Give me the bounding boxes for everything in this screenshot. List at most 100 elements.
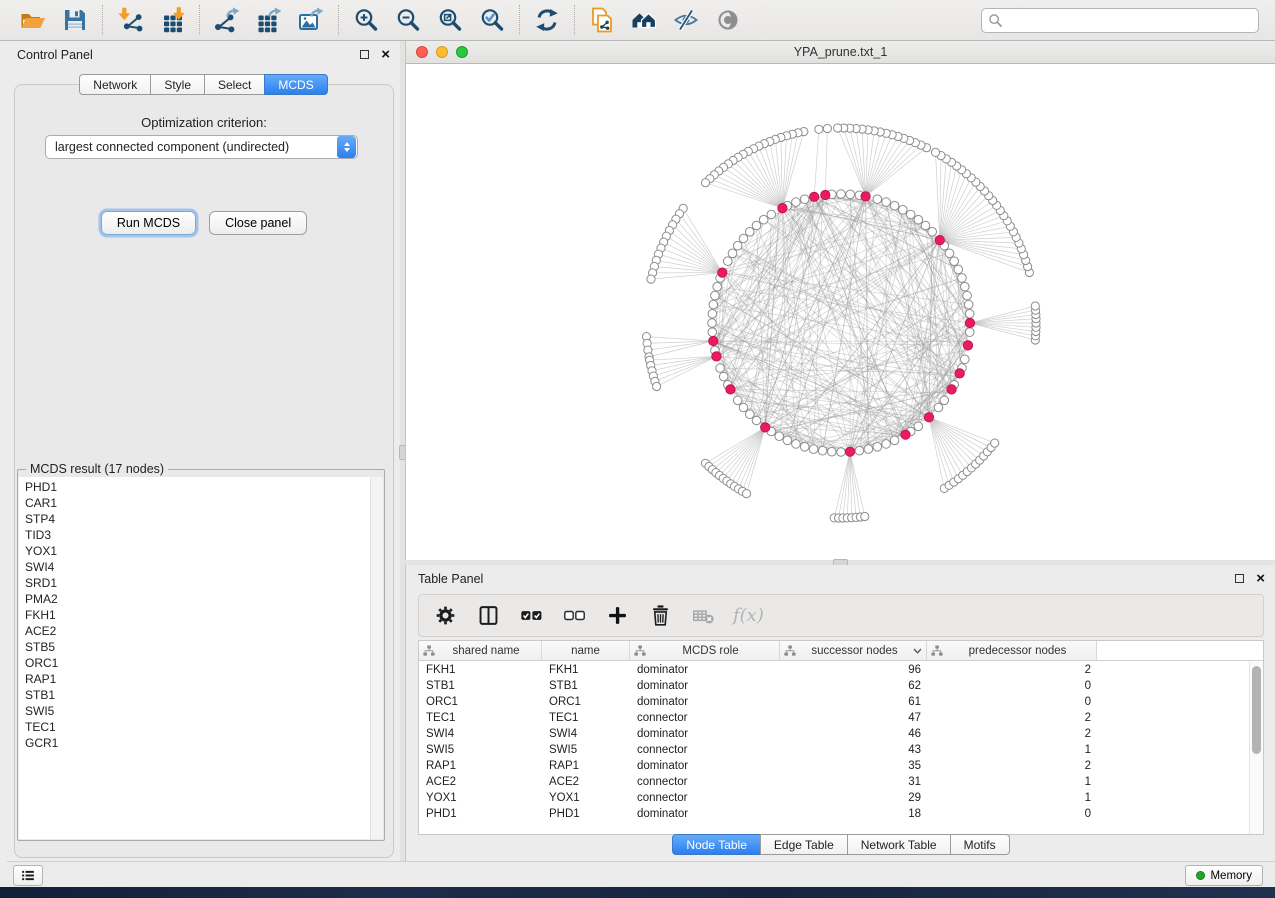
network-node[interactable]: [746, 228, 755, 237]
table-row[interactable]: ACE2ACE2connector311: [419, 774, 1249, 790]
export-image-icon[interactable]: [294, 4, 328, 36]
leaf-node[interactable]: [931, 148, 939, 156]
mcds-result-item[interactable]: STP4: [19, 511, 383, 527]
network-node[interactable]: [783, 436, 792, 445]
network-node[interactable]: [713, 282, 722, 291]
network-node[interactable]: [958, 274, 967, 283]
mcds-node[interactable]: [935, 235, 944, 244]
network-node[interactable]: [899, 206, 908, 215]
export-network-icon[interactable]: [210, 4, 244, 36]
mcds-node[interactable]: [718, 268, 727, 277]
float-panel-icon[interactable]: [360, 50, 369, 59]
network-node[interactable]: [746, 410, 755, 419]
memory-button[interactable]: Memory: [1185, 865, 1263, 886]
mcds-result-item[interactable]: FKH1: [19, 607, 383, 623]
mcds-node[interactable]: [726, 385, 735, 394]
leaf-node[interactable]: [815, 125, 823, 133]
network-node[interactable]: [964, 300, 973, 309]
table-scrollbar-thumb[interactable]: [1252, 666, 1261, 754]
show-navigator-icon[interactable]: [627, 4, 661, 36]
network-node[interactable]: [818, 446, 827, 455]
network-node[interactable]: [945, 249, 954, 258]
network-node[interactable]: [792, 440, 801, 449]
mcds-result-item[interactable]: ACE2: [19, 623, 383, 639]
network-node[interactable]: [733, 396, 742, 405]
network-node[interactable]: [739, 234, 748, 243]
leaf-node[interactable]: [861, 512, 869, 520]
leaf-node[interactable]: [991, 439, 999, 447]
table-settings-icon[interactable]: [432, 603, 458, 629]
mcds-node[interactable]: [955, 369, 964, 378]
network-node[interactable]: [914, 422, 923, 431]
table-scrollbar[interactable]: [1249, 662, 1263, 834]
network-node[interactable]: [708, 310, 717, 319]
network-node[interactable]: [837, 448, 846, 457]
network-node[interactable]: [873, 195, 882, 204]
tab-style[interactable]: Style: [150, 74, 205, 95]
network-node[interactable]: [728, 249, 737, 258]
mcds-result-item[interactable]: TID3: [19, 527, 383, 543]
network-node[interactable]: [709, 300, 718, 309]
mcds-node[interactable]: [712, 352, 721, 361]
tab-select[interactable]: Select: [204, 74, 265, 95]
network-node[interactable]: [739, 403, 748, 412]
table-row[interactable]: SWI5SWI5connector431: [419, 742, 1249, 758]
network-node[interactable]: [767, 210, 776, 219]
hide-graphics-details-icon[interactable]: [669, 4, 703, 36]
network-node[interactable]: [800, 195, 809, 204]
task-history-button[interactable]: [13, 865, 43, 886]
column-visibility-icon[interactable]: [475, 603, 501, 629]
tab-network-table[interactable]: Network Table: [847, 834, 951, 855]
network-node[interactable]: [855, 446, 864, 455]
close-table-panel-icon[interactable]: ×: [1256, 574, 1265, 583]
network-node[interactable]: [837, 190, 846, 199]
zoom-in-icon[interactable]: [349, 4, 383, 36]
column-header-name[interactable]: name: [542, 641, 630, 660]
network-node[interactable]: [963, 291, 972, 300]
mcds-node[interactable]: [761, 423, 770, 432]
zoom-fit-icon[interactable]: [433, 4, 467, 36]
mcds-result-item[interactable]: SRD1: [19, 575, 383, 591]
network-node[interactable]: [928, 228, 937, 237]
search-input[interactable]: [1003, 13, 1252, 29]
mcds-result-item[interactable]: RAP1: [19, 671, 383, 687]
save-session-icon[interactable]: [58, 4, 92, 36]
network-node[interactable]: [724, 257, 733, 266]
export-table-icon[interactable]: [252, 4, 286, 36]
column-header-successor-nodes[interactable]: successor nodes: [780, 641, 927, 660]
column-header-shared-name[interactable]: shared name: [419, 641, 542, 660]
clone-network-icon[interactable]: [585, 4, 619, 36]
network-node[interactable]: [890, 436, 899, 445]
network-node[interactable]: [914, 215, 923, 224]
mcds-result-item[interactable]: PMA2: [19, 591, 383, 607]
network-node[interactable]: [954, 265, 963, 274]
network-node[interactable]: [890, 201, 899, 210]
network-node[interactable]: [708, 328, 717, 337]
run-mcds-button[interactable]: Run MCDS: [101, 211, 196, 235]
network-node[interactable]: [716, 364, 725, 373]
leaf-node[interactable]: [653, 382, 661, 390]
mcds-result-item[interactable]: GCR1: [19, 735, 383, 751]
leaf-node[interactable]: [742, 490, 750, 498]
table-row[interactable]: ORC1ORC1dominator610: [419, 694, 1249, 710]
import-table-icon[interactable]: [155, 4, 189, 36]
tab-node-table[interactable]: Node Table: [672, 834, 761, 855]
mcds-result-item[interactable]: STB1: [19, 687, 383, 703]
network-node[interactable]: [864, 445, 873, 454]
mcds-result-item[interactable]: CAR1: [19, 495, 383, 511]
mcds-result-item[interactable]: SWI4: [19, 559, 383, 575]
network-node[interactable]: [882, 440, 891, 449]
network-node[interactable]: [906, 210, 915, 219]
network-node[interactable]: [940, 396, 949, 405]
network-node[interactable]: [828, 447, 837, 456]
network-node[interactable]: [921, 221, 930, 230]
table-row[interactable]: TEC1TEC1connector472: [419, 710, 1249, 726]
leaf-node[interactable]: [1031, 302, 1039, 310]
table-row[interactable]: RAP1RAP1dominator352: [419, 758, 1249, 774]
mcds-result-item[interactable]: ORC1: [19, 655, 383, 671]
deselect-all-rows-icon[interactable]: [561, 603, 587, 629]
mcds-result-item[interactable]: PHD1: [19, 479, 383, 495]
zoom-out-icon[interactable]: [391, 4, 425, 36]
network-node[interactable]: [882, 198, 891, 207]
table-row[interactable]: PHD1PHD1dominator180: [419, 806, 1249, 822]
